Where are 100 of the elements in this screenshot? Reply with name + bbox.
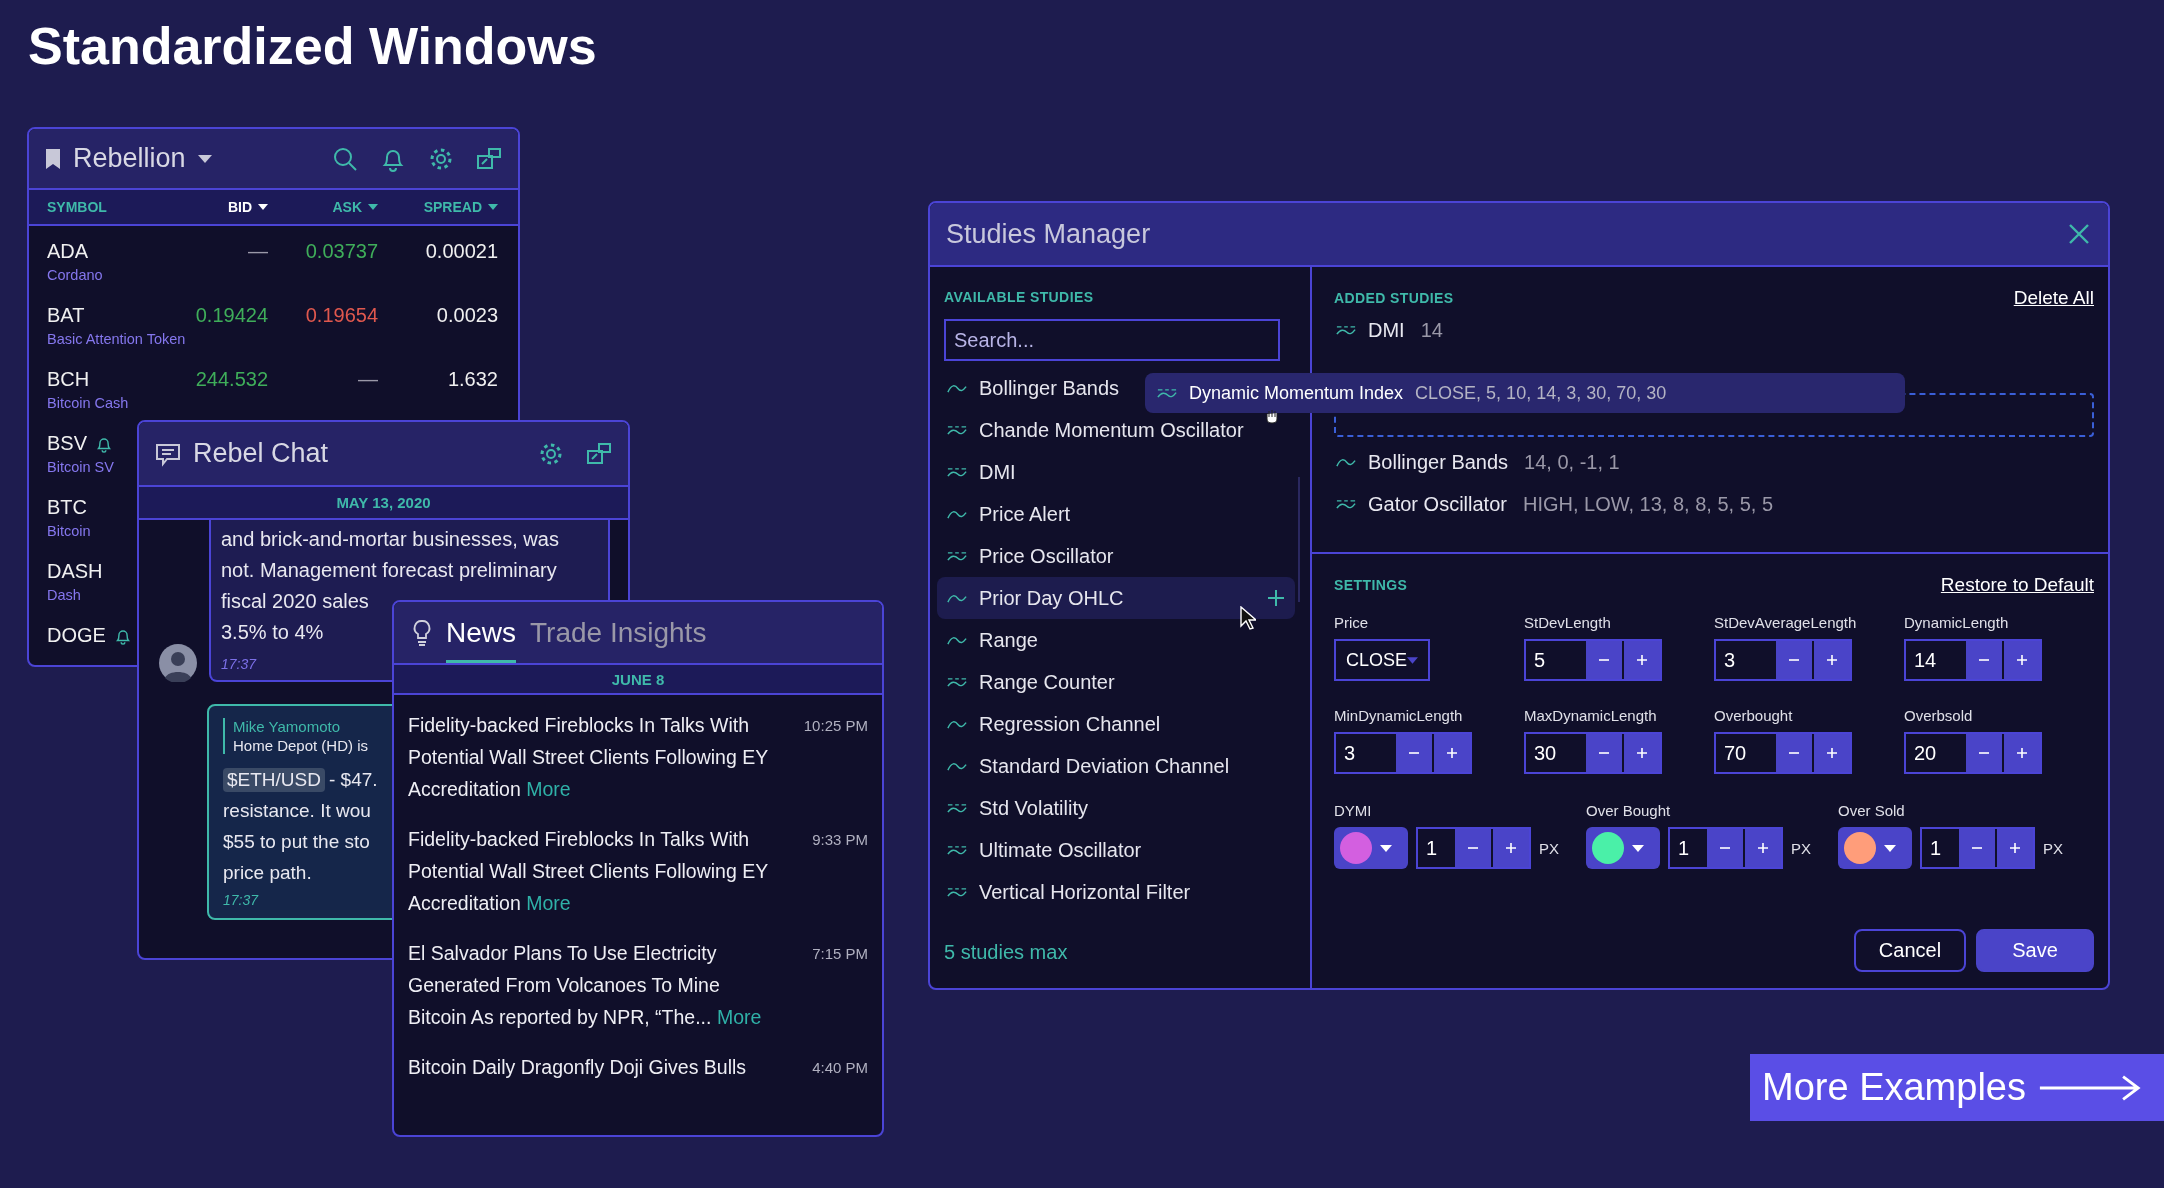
symbol-text: DASH	[47, 560, 103, 583]
study-item[interactable]: Price Alert	[937, 493, 1295, 535]
unit-label: PX	[1791, 839, 1811, 857]
popout-icon[interactable]	[586, 440, 612, 467]
caret-icon[interactable]	[197, 154, 212, 163]
field-label: Over Sold	[1838, 802, 1906, 819]
symbol-name: Basic Attention Token	[47, 331, 186, 347]
sort-caret-icon[interactable]	[488, 204, 498, 210]
restore-default-link[interactable]: Restore to Default	[1940, 574, 2094, 596]
study-params: CLOSE, 5, 10, 14, 3, 30, 70, 30	[1415, 382, 1667, 404]
message-text: and brick-and-mortar businesses, was	[221, 527, 559, 552]
popout-icon[interactable]	[476, 145, 502, 172]
oscillator-icon	[947, 675, 967, 689]
message-text: $55 to put the sto	[223, 830, 370, 854]
symbol-name: Bitcoin SV	[47, 459, 114, 475]
symbol-name: Cordano	[47, 267, 103, 283]
study-name[interactable]: DMI	[1368, 318, 1405, 342]
oscillator-icon	[947, 423, 967, 437]
message-text: price path.	[223, 861, 312, 885]
study-item[interactable]: Regression Channel	[937, 703, 1295, 745]
column-header[interactable]: BID	[158, 199, 268, 215]
ask-value: —	[357, 368, 378, 391]
more-link[interactable]: More	[716, 1006, 762, 1028]
watchlist-title[interactable]: Rebellion	[73, 143, 186, 174]
price-dropdown[interactable]: CLOSE	[1334, 639, 1430, 681]
oscillator-icon	[1157, 386, 1177, 400]
news-time: 7:15 PM	[812, 944, 868, 962]
study-item[interactable]: Standard Deviation Channel	[937, 745, 1295, 787]
study-name[interactable]: Gator Oscillator	[1368, 492, 1507, 516]
field-label: MinDynamicLength	[1334, 707, 1464, 724]
tab[interactable]: Trade Insights	[530, 602, 707, 663]
color-picker[interactable]	[1586, 827, 1660, 869]
cancel-button[interactable]: Cancel	[1854, 929, 1966, 972]
window-title: Studies Manager	[946, 218, 1151, 250]
chat-title: Rebel Chat	[193, 438, 329, 469]
field-label: Price	[1334, 614, 1370, 631]
ask-value: 0.19654	[304, 304, 378, 327]
news-headline[interactable]: Fidelity-backed Fireblocks In Talks With Potential Wall Street Clients Following EY Accreditation More	[408, 709, 770, 805]
spread-value: 0.00021	[424, 240, 498, 263]
study-item[interactable]: Prior Day OHLC	[937, 577, 1295, 619]
more-link[interactable]: More	[526, 778, 571, 800]
oscillator-icon	[947, 885, 967, 899]
study-params: HIGH, LOW, 13, 8, 8, 5, 5, 5	[1522, 492, 1774, 516]
lightbulb-icon	[412, 618, 432, 647]
news-headline[interactable]: Bitcoin Daily Dragonfly Doji Gives Bulls	[408, 1051, 770, 1083]
pointer-cursor-icon	[1240, 606, 1256, 630]
delete-all-link[interactable]: Delete All	[2013, 287, 2094, 309]
limit-note: 5 studies max	[944, 941, 1069, 965]
spread-value: 0.0023	[435, 304, 498, 327]
message-time: 17:37	[221, 656, 257, 672]
close-icon[interactable]	[2068, 223, 2090, 245]
symbol-text: BTC	[47, 496, 87, 519]
oscillator-icon	[947, 465, 967, 479]
oscillator-icon	[947, 843, 967, 857]
field-label: Overbsold	[1904, 707, 1974, 724]
search-field[interactable]: Search...	[944, 319, 1280, 361]
sort-caret-icon[interactable]	[258, 204, 268, 210]
oscillator-icon	[1336, 323, 1356, 337]
column-header[interactable]: ASK	[268, 199, 378, 215]
symbol-text: BSV	[47, 432, 88, 455]
bid-value: 244.532	[194, 368, 268, 391]
message-time: 17:37	[223, 892, 259, 908]
news-headline[interactable]: Fidelity-backed Fireblocks In Talks With Potential Wall Street Clients Following EY Accreditation More	[408, 823, 770, 919]
column-header[interactable]: SPREAD	[378, 199, 498, 215]
search-icon[interactable]	[332, 145, 358, 172]
ticker-chip[interactable]: $ETH/USD	[223, 767, 325, 792]
symbol-name: Dash	[47, 587, 81, 603]
dragged-study[interactable]: Dynamic Momentum Index CLOSE, 5, 10, 14, 3, 30, 70, 30	[1145, 373, 1905, 413]
caret-icon	[1884, 844, 1896, 852]
study-name[interactable]: Bollinger Bands	[1368, 450, 1509, 474]
study-item[interactable]: Range Counter	[937, 661, 1295, 703]
study-item[interactable]: Range	[937, 619, 1295, 661]
news-headline[interactable]: El Salvador Plans To Use Electricity Generated From Volcanoes To Mine Bitcoin As reported by NPR, “The... More	[408, 937, 770, 1033]
study-item[interactable]: Std Volatility	[937, 787, 1295, 829]
section-label: AVAILABLE STUDIES	[944, 289, 1095, 305]
caret-icon	[1407, 656, 1418, 664]
field-label: Over Bought	[1586, 802, 1672, 819]
save-button[interactable]: Save	[1976, 929, 2094, 972]
caret-icon	[1632, 844, 1644, 852]
study-item[interactable]: Price Oscillator	[937, 535, 1295, 577]
section-label: ADDED STUDIES	[1334, 290, 1454, 306]
field-label: MaxDynamicLength	[1524, 707, 1658, 724]
symbol-name: Bitcoin Cash	[47, 395, 129, 411]
sort-caret-icon[interactable]	[368, 204, 378, 210]
symbol-name: Bitcoin	[47, 523, 91, 539]
bid-value: —	[247, 240, 268, 263]
more-examples-button[interactable]: More Examples	[1750, 1054, 2164, 1121]
study-item[interactable]: Ultimate Oscillator	[937, 829, 1295, 871]
add-icon[interactable]	[1267, 589, 1285, 607]
column-header[interactable]: SYMBOL	[47, 199, 158, 215]
color-picker[interactable]	[1334, 827, 1408, 869]
date-label: JUNE 8	[611, 670, 665, 688]
caret-icon	[1380, 844, 1392, 852]
section-label: SETTINGS	[1334, 577, 1408, 593]
color-picker[interactable]	[1838, 827, 1912, 869]
study-item[interactable]: DMI	[937, 451, 1295, 493]
study-item[interactable]: Vertical Horizontal Filter	[937, 871, 1295, 913]
scrollbar[interactable]	[1298, 477, 1300, 602]
more-link[interactable]: More	[526, 892, 571, 914]
symbol-text: ADA	[47, 240, 89, 263]
